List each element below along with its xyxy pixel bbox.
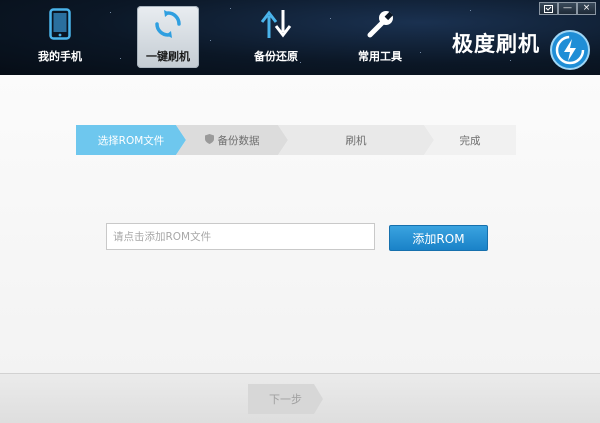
next-step-button[interactable]: 下一步: [248, 384, 323, 414]
footer-bar: 下一步: [0, 373, 600, 423]
minimize-button[interactable]: —: [558, 2, 577, 15]
refresh-icon: [148, 6, 188, 42]
phone-icon: [40, 6, 80, 42]
nav-label: 备份还原: [254, 50, 298, 63]
step-label: 刷机: [345, 134, 367, 147]
nav-label: 常用工具: [358, 50, 402, 63]
rom-file-input[interactable]: [106, 223, 375, 250]
step-label: 备份数据: [217, 134, 260, 147]
nav-my-phone[interactable]: 我的手机: [27, 6, 93, 68]
step-label: 完成: [459, 134, 481, 147]
brand-logo-icon: [548, 28, 592, 72]
app-window: 我的手机 一键刷机 备份还原 常用工具 极度刷机 — × 选择ROM文件 备份数…: [0, 0, 600, 423]
nav-common-tools[interactable]: 常用工具: [345, 6, 415, 68]
step-select-rom: 选择ROM文件: [76, 125, 186, 155]
backup-restore-icon: [256, 6, 296, 42]
brand-title: 极度刷机: [452, 32, 540, 56]
nav-label: 一键刷机: [146, 50, 190, 63]
close-button[interactable]: ×: [577, 2, 596, 15]
step-complete: 完成: [424, 125, 516, 155]
step-flash: 刷机: [278, 125, 434, 155]
nav-one-click-flash[interactable]: 一键刷机: [137, 6, 199, 68]
header-bar: 我的手机 一键刷机 备份还原 常用工具 极度刷机 — ×: [0, 0, 600, 75]
nav-label: 我的手机: [38, 50, 82, 63]
nav-backup-restore[interactable]: 备份还原: [238, 6, 314, 68]
wrench-icon: [360, 6, 400, 42]
add-rom-button[interactable]: 添加ROM: [389, 225, 488, 251]
step-label: 选择ROM文件: [97, 134, 165, 147]
shield-icon: [204, 133, 214, 147]
progress-steps: 选择ROM文件 备份数据 刷机 完成: [76, 125, 516, 155]
window-controls: — ×: [539, 2, 596, 15]
window-icon[interactable]: [539, 2, 558, 15]
step-backup-data: 备份数据: [176, 125, 288, 155]
